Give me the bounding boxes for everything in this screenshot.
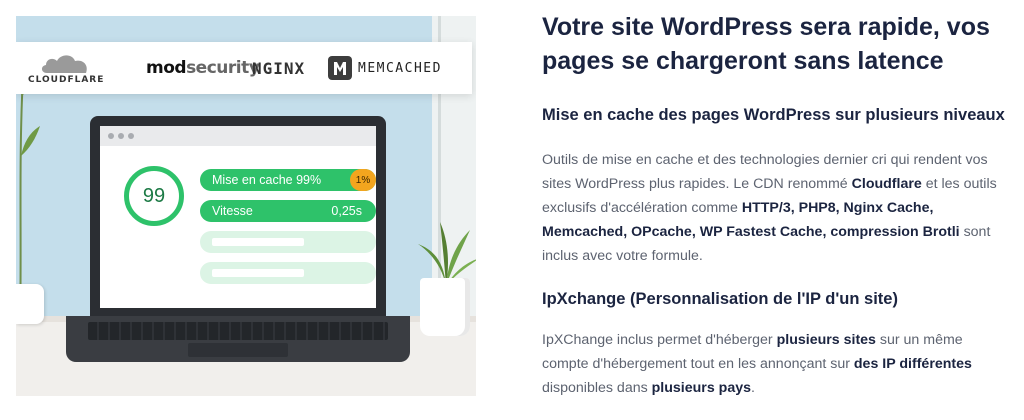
section-text-ipxchange: IpXChange inclus permet d'héberger plusi…	[542, 328, 1012, 400]
cloudflare-label: CLOUDFLARE	[28, 74, 105, 85]
text-run: IpXChange inclus permet d'héberger	[542, 332, 777, 348]
placeholder-bar	[200, 231, 376, 253]
text-run: .	[751, 380, 755, 396]
hero-illustration: CLOUDFLARE mod security NGINX MEMCACHED 9…	[16, 16, 476, 396]
speed-bar: Vitesse 0,25s	[200, 200, 376, 222]
cache-label: Mise en cache 99%	[212, 173, 322, 187]
memcached-logo: MEMCACHED	[328, 42, 442, 94]
laptop-base	[66, 316, 410, 362]
speed-label: Vitesse	[212, 204, 253, 218]
placeholder-line	[212, 269, 304, 277]
memcached-label: MEMCACHED	[358, 60, 442, 76]
cache-miss-badge: 1%	[350, 169, 376, 191]
browser-bar	[100, 126, 376, 146]
cloud-icon	[42, 54, 87, 73]
different-ips-highlight: des IP différentes	[853, 356, 972, 372]
memcached-icon	[328, 56, 352, 80]
section-title-ipxchange: IpXchange (Personnalisation de l'IP d'un…	[542, 290, 898, 308]
potted-plant-icon	[418, 222, 476, 286]
modsecurity-label-a: mod	[146, 58, 187, 78]
tech-logo-band: CLOUDFLARE mod security NGINX MEMCACHED	[16, 42, 472, 94]
trackpad	[188, 343, 288, 357]
feature-content: Votre site WordPress sera rapide, vos pa…	[542, 10, 1012, 396]
modsecurity-label-b: security	[186, 58, 260, 78]
dashboard-screen: 99 Mise en cache 99% 1% Vitesse 0,25s	[100, 126, 376, 308]
window-dot-icon	[118, 133, 124, 139]
performance-score-ring: 99	[124, 166, 184, 226]
cup	[16, 284, 44, 324]
cache-bar: Mise en cache 99% 1%	[200, 169, 376, 191]
window-dot-icon	[108, 133, 114, 139]
laptop-screen: 99 Mise en cache 99% 1% Vitesse 0,25s	[90, 116, 386, 316]
section-title-caching: Mise en cache des pages WordPress sur pl…	[542, 106, 1005, 124]
performance-score: 99	[142, 184, 166, 207]
keyboard	[88, 322, 388, 340]
placeholder-bar	[200, 262, 376, 284]
window-dot-icon	[128, 133, 134, 139]
plant-pot	[420, 278, 470, 336]
multiple-countries-highlight: plusieurs pays	[651, 380, 751, 396]
multiple-sites-highlight: plusieurs sites	[776, 332, 876, 348]
text-run: disponibles dans	[542, 380, 652, 396]
modsecurity-logo: mod security	[146, 42, 260, 94]
placeholder-line	[212, 238, 304, 246]
nginx-logo: NGINX	[252, 42, 305, 94]
speed-value: 0,25s	[331, 204, 362, 218]
cloudflare-logo: CLOUDFLARE	[28, 42, 104, 94]
cloudflare-highlight: Cloudflare	[851, 176, 922, 192]
nginx-label: NGINX	[252, 58, 306, 78]
page-title: Votre site WordPress sera rapide, vos pa…	[542, 13, 990, 75]
section-text-caching: Outils de mise en cache et des technolog…	[542, 148, 1012, 268]
